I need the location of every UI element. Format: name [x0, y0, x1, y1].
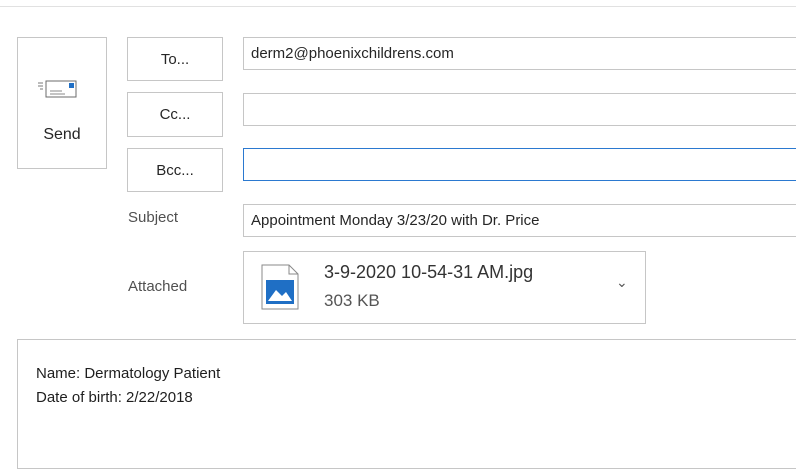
chevron-down-icon[interactable]: ⌄	[616, 274, 628, 291]
attached-label: Attached	[128, 278, 188, 295]
message-body[interactable]: Name: Dermatology Patient Date of birth:…	[17, 339, 796, 469]
ribbon-divider	[0, 6, 796, 7]
send-envelope-icon	[38, 80, 77, 98]
cc-button[interactable]: Cc...	[127, 92, 223, 137]
message-line: Name: Dermatology Patient	[36, 365, 221, 382]
bcc-button-label: Bcc...	[156, 161, 194, 179]
send-label: Send	[43, 126, 81, 143]
image-file-icon	[261, 264, 299, 310]
subject-label: Subject	[128, 209, 179, 226]
send-button[interactable]: Send	[17, 37, 107, 169]
subject-field[interactable]: Appointment Monday 3/23/20 with Dr. Pric…	[243, 204, 796, 237]
cc-field[interactable]	[243, 93, 796, 126]
bcc-field[interactable]	[243, 148, 796, 181]
message-line: Date of birth: 2/22/2018	[36, 389, 193, 406]
to-button-label: To...	[160, 50, 190, 68]
attachment-item[interactable]: 3-9-2020 10-54-31 AM.jpg 303 KB ⌄	[243, 251, 646, 324]
attachment-file-name: 3-9-2020 10-54-31 AM.jpg	[324, 262, 534, 282]
bcc-button[interactable]: Bcc...	[127, 148, 223, 192]
to-button[interactable]: To...	[127, 37, 223, 81]
to-field[interactable]: derm2@phoenixchildrens.com	[243, 37, 796, 70]
cc-button-label: Cc...	[159, 106, 191, 123]
attachment-file-size: 303 KB	[324, 291, 380, 310]
